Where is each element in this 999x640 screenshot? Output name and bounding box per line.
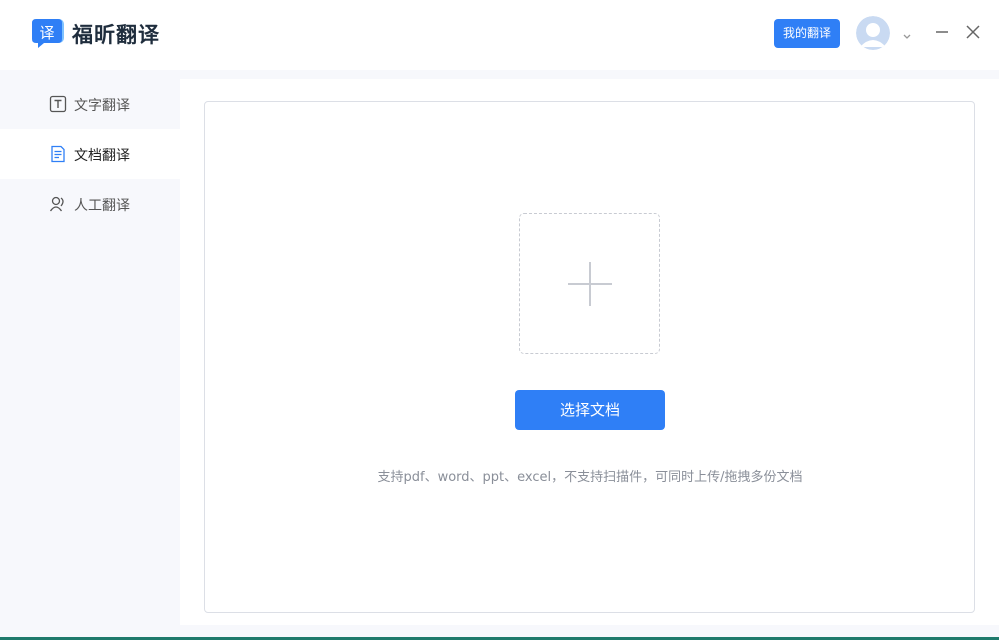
app-logo-icon: 译 xyxy=(30,17,66,49)
upload-panel xyxy=(204,101,975,613)
sidebar-item-text-translation[interactable]: 文字翻译 xyxy=(0,79,180,129)
sidebar-item-document-translation[interactable]: 文档翻译 xyxy=(0,129,180,179)
sidebar-item-label: 人工翻译 xyxy=(74,198,130,214)
avatar[interactable] xyxy=(856,16,890,50)
document-icon xyxy=(49,145,67,163)
supported-formats-hint: 支持pdf、word、ppt、excel，不支持扫描件，可同时上传/拖拽多份文档 xyxy=(377,470,803,485)
select-document-button[interactable]: 选择文档 xyxy=(515,390,665,430)
minimize-icon[interactable] xyxy=(934,24,950,40)
sidebar-item-human-translation[interactable]: 人工翻译 xyxy=(0,179,180,229)
logo-glyph: 译 xyxy=(39,24,54,42)
close-icon[interactable] xyxy=(965,24,981,40)
text-t-icon xyxy=(49,95,67,113)
sidebar-item-label: 文字翻译 xyxy=(74,98,130,114)
file-drop-zone[interactable] xyxy=(519,213,660,354)
title-bar: 译 福昕翻译 我的翻译 xyxy=(0,0,999,70)
human-translation-icon xyxy=(49,195,67,213)
plus-icon xyxy=(568,262,612,306)
my-translations-button[interactable]: 我的翻译 xyxy=(774,19,840,48)
sidebar-item-label: 文档翻译 xyxy=(74,148,130,164)
sidebar: 文字翻译 文档翻译 人工翻译 xyxy=(0,79,180,640)
chevron-down-icon[interactable] xyxy=(901,27,913,39)
app-title: 福昕翻译 xyxy=(72,23,160,47)
